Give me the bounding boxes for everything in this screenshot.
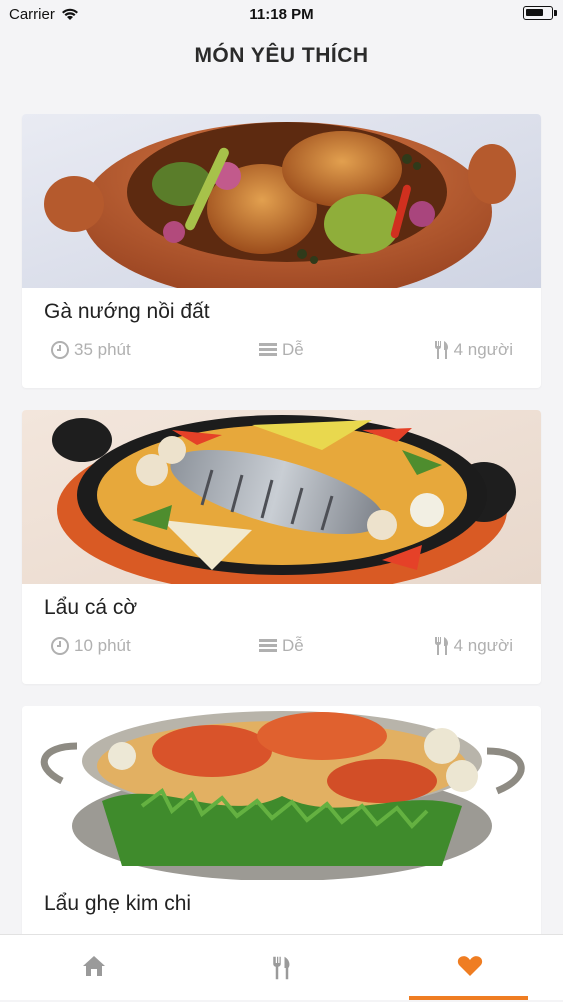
recipe-meta: 10 phút Dễ 4 người bbox=[22, 636, 541, 660]
recipe-time-label: 35 phút bbox=[74, 340, 131, 359]
recipe-photo-fish-hotpot bbox=[22, 410, 541, 584]
battery-tip bbox=[554, 10, 557, 16]
active-tab-indicator bbox=[409, 996, 528, 1000]
recipe-difficulty: Dễ bbox=[258, 636, 304, 656]
tab-recipes[interactable] bbox=[188, 935, 375, 1001]
fork-knife-icon bbox=[272, 956, 289, 980]
tab-favorites[interactable] bbox=[376, 935, 563, 1001]
clock-icon bbox=[51, 637, 69, 655]
difficulty-icon bbox=[259, 343, 277, 356]
recipe-meta: 35 phút Dễ 4 người bbox=[22, 340, 541, 364]
recipe-servings: 4 người bbox=[434, 636, 513, 656]
recipe-difficulty-label: Dễ bbox=[282, 636, 304, 655]
recipe-servings-label: 4 người bbox=[453, 340, 513, 359]
status-bar: Carrier 11:18 PM bbox=[0, 0, 563, 30]
tab-home[interactable] bbox=[0, 935, 187, 1001]
recipe-servings-label: 4 người bbox=[453, 636, 513, 655]
recipe-list[interactable]: Gà nướng nồi đất 35 phút Dễ 4 người Lẩu … bbox=[22, 114, 541, 1002]
recipe-name: Lẩu ghẹ kim chi bbox=[44, 892, 192, 915]
recipe-time: 35 phút bbox=[50, 340, 131, 360]
battery-icon bbox=[523, 6, 557, 20]
fork-knife-icon bbox=[434, 341, 448, 359]
clock-icon bbox=[51, 341, 69, 359]
status-time: 11:18 PM bbox=[249, 6, 314, 23]
fork-knife-icon bbox=[434, 637, 448, 655]
home-icon bbox=[82, 956, 105, 976]
recipe-difficulty-label: Dễ bbox=[282, 340, 304, 359]
recipe-card[interactable]: Gà nướng nồi đất 35 phút Dễ 4 người bbox=[22, 114, 541, 388]
recipe-photo-crab-hotpot bbox=[22, 706, 541, 880]
difficulty-icon bbox=[259, 639, 277, 652]
recipe-photo-claypot-chicken bbox=[22, 114, 541, 288]
battery-level bbox=[526, 9, 543, 16]
recipe-name: Gà nướng nồi đất bbox=[44, 300, 210, 323]
heart-icon bbox=[457, 956, 482, 976]
recipe-name: Lẩu cá cờ bbox=[44, 596, 138, 619]
recipe-servings: 4 người bbox=[434, 340, 513, 360]
recipe-difficulty: Dễ bbox=[258, 340, 304, 360]
recipe-time: 10 phút bbox=[50, 636, 131, 656]
recipe-time-label: 10 phút bbox=[74, 636, 131, 655]
recipe-card[interactable]: Lẩu cá cờ 10 phút Dễ 4 người bbox=[22, 410, 541, 684]
page-title: MÓN YÊU THÍCH bbox=[194, 44, 369, 67]
tab-bar bbox=[0, 934, 563, 1000]
